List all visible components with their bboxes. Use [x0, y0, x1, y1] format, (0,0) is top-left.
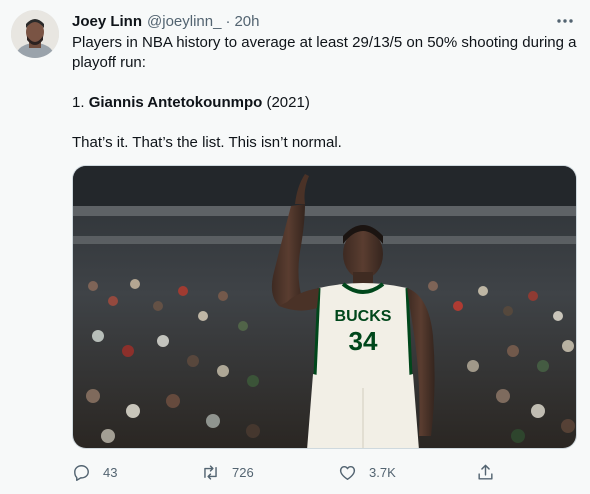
share-button[interactable]	[476, 460, 495, 484]
more-icon	[557, 19, 573, 23]
list-prefix: 1.	[72, 94, 89, 111]
like-button[interactable]: 3.7K	[338, 460, 396, 484]
tweet-line-3: That’s it. That’s the list. This isn’t n…	[72, 134, 342, 151]
reply-button[interactable]: 43	[72, 460, 117, 484]
retweet-count: 726	[232, 464, 254, 480]
share-icon	[478, 464, 493, 480]
tweet-line-1: Players in NBA history to average at lea…	[72, 34, 577, 71]
timestamp[interactable]: 20h	[234, 13, 259, 30]
retweet-icon	[204, 464, 217, 480]
retweet-button[interactable]: 726	[201, 460, 254, 484]
like-icon	[339, 465, 356, 480]
tweet-photo[interactable]: BUCKS 34	[72, 165, 577, 449]
tweet-actions: 43 726 3.7K	[72, 460, 495, 484]
list-name: Giannis Antetokounmpo	[88, 94, 263, 111]
author-name[interactable]: Joey Linn	[72, 13, 142, 30]
tweet-list-item: 1. Giannis Antetokounmpo (2021)	[72, 93, 582, 113]
more-button[interactable]	[552, 10, 578, 32]
tweet-text: Players in NBA history to average at lea…	[72, 33, 582, 153]
jersey-number: 34	[349, 326, 378, 356]
avatar[interactable]	[11, 10, 59, 58]
author-handle[interactable]: @joeylinn_	[147, 13, 221, 30]
separator: ·	[225, 12, 231, 30]
reply-icon	[74, 464, 89, 481]
list-suffix: (2021)	[262, 94, 310, 111]
like-count: 3.7K	[369, 464, 396, 480]
reply-count: 43	[103, 464, 118, 480]
tweet-header: Joey Linn @joeylinn_ · 20h	[72, 11, 259, 31]
tweet[interactable]: Joey Linn @joeylinn_ · 20h Players in NB…	[0, 0, 590, 494]
jersey-team: BUCKS	[335, 308, 392, 325]
